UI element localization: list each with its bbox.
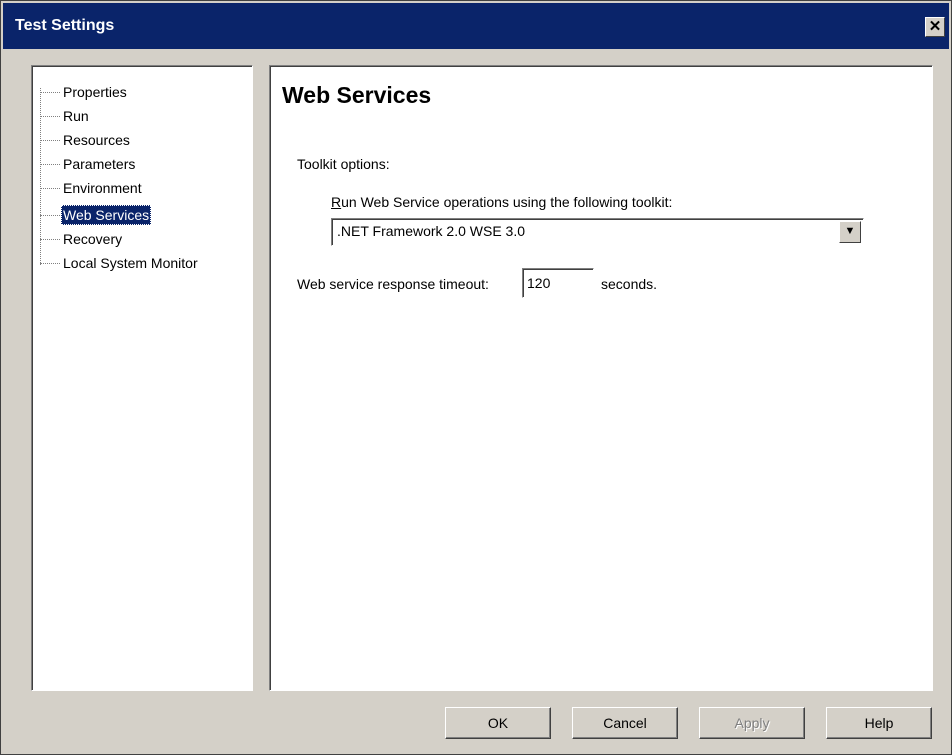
tree-item-label: Environment (63, 180, 142, 196)
tree-branch (40, 116, 60, 117)
tree-branch (40, 239, 60, 240)
toolkit-select[interactable]: .NET Framework 2.0 WSE 3.0 ▼ (331, 218, 864, 246)
close-button[interactable]: ✕ (925, 17, 945, 37)
toolkit-options-label: Toolkit options: (297, 156, 390, 172)
apply-button[interactable]: Apply (699, 707, 805, 739)
toolkit-select-label: Run Web Service operations using the fol… (331, 194, 672, 210)
page-title: Web Services (282, 82, 432, 108)
toolkit-label-mnemonic: R (331, 194, 342, 210)
tree-item-label: Parameters (63, 156, 136, 172)
settings-tree: Properties Run Resources Parameters Envi… (31, 65, 253, 691)
toolkit-label-text: un Web Service operations using the foll… (341, 194, 673, 210)
tree-item-label: Recovery (63, 231, 123, 247)
tree-item-label: Resources (63, 132, 130, 148)
tree-branch (40, 188, 60, 189)
close-icon: ✕ (928, 18, 942, 35)
help-button[interactable]: Help (826, 707, 932, 739)
test-settings-dialog: Test Settings ✕ Properties Run Resources… (0, 0, 952, 755)
tree-item-label-selected: Web Services (61, 205, 152, 225)
timeout-input[interactable] (522, 268, 594, 298)
tree-branch (40, 164, 60, 165)
timeout-label: Web service response timeout: (297, 276, 489, 292)
tree-branch (40, 140, 60, 141)
tree-item-label: Run (63, 108, 89, 124)
title-bar[interactable]: Test Settings ✕ (3, 3, 949, 49)
window-title: Test Settings (15, 17, 115, 34)
toolkit-select-value: .NET Framework 2.0 WSE 3.0 (337, 223, 526, 239)
ok-button[interactable]: OK (445, 707, 551, 739)
timeout-unit-label: seconds. (601, 276, 658, 292)
toolkit-dropdown-button[interactable]: ▼ (839, 221, 861, 243)
tree-item-label: Properties (63, 84, 127, 100)
tree-item-label: Local System Monitor (63, 255, 198, 271)
tree-branch (40, 92, 60, 93)
cancel-button[interactable]: Cancel (572, 707, 678, 739)
chevron-down-icon: ▼ (844, 225, 856, 237)
tree-branch (40, 263, 60, 264)
settings-content: Web Services Toolkit options: Run Web Se… (269, 65, 933, 691)
tree-branch (40, 215, 60, 216)
